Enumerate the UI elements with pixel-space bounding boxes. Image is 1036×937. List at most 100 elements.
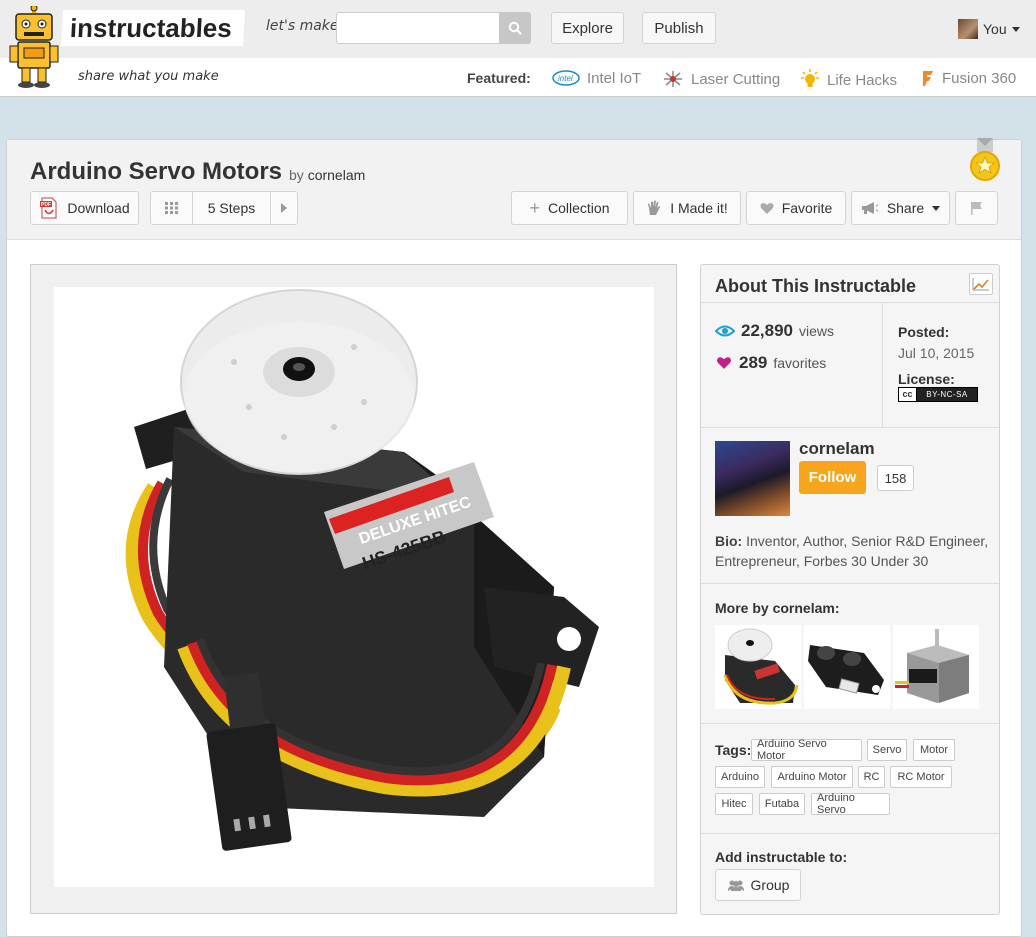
byline-author-link[interactable]: cornelam [308, 167, 366, 183]
laser-icon [664, 71, 682, 87]
tag-motor[interactable]: Motor [913, 739, 955, 761]
tag-hitec[interactable]: Hitec [715, 793, 753, 815]
about-header: About This Instructable [701, 265, 999, 303]
user-menu[interactable]: You [958, 19, 1020, 39]
next-step-button[interactable] [271, 192, 297, 224]
tag-servo[interactable]: Servo [867, 739, 907, 761]
search-button[interactable] [499, 12, 531, 44]
tag-arduino-servo-motor[interactable]: Arduino Servo Motor [751, 738, 862, 762]
grid-icon [164, 202, 178, 214]
author-bio: Bio: Inventor, Author, Senior R&D Engine… [715, 531, 991, 571]
posted-date: Jul 10, 2015 [898, 345, 975, 361]
more-by-thumb-2[interactable] [804, 625, 890, 709]
flag-button[interactable] [955, 191, 998, 225]
lets-make-label: let's make [266, 18, 339, 34]
add-to-collection-button[interactable]: + Collection [511, 191, 628, 225]
publish-button[interactable]: Publish [642, 12, 716, 44]
featured-label-fusion: Fusion 360 [942, 69, 1017, 87]
user-label: You [983, 21, 1007, 37]
favorite-button[interactable]: Favorite [746, 191, 846, 225]
about-title: About This Instructable [715, 276, 917, 296]
about-sidebar: About This Instructable 22,890 views 289… [700, 264, 1000, 915]
megaphone-icon [861, 202, 879, 214]
more-by-thumb-1[interactable] [715, 625, 801, 709]
tag-futaba[interactable]: Futaba [759, 793, 805, 815]
download-button[interactable]: PDF Download [30, 191, 139, 225]
explore-button[interactable]: Explore [551, 12, 624, 44]
steps-nav: 5 Steps [150, 191, 298, 225]
more-by-thumb-3[interactable] [893, 625, 979, 709]
follow-button[interactable]: Follow [799, 461, 866, 494]
lightbulb-icon [801, 69, 819, 87]
stats-button[interactable] [969, 273, 993, 295]
author-name-link[interactable]: cornelam [799, 439, 875, 459]
title-bar: Arduino Servo Motors by cornelam PDF Dow… [7, 138, 1021, 240]
main-image[interactable]: DELUXE HITEC HS-425BB [54, 287, 654, 887]
featured-link-laser[interactable]: Laser Cutting [661, 69, 780, 89]
byline-by: by [289, 167, 304, 183]
favorite-label: Favorite [781, 200, 833, 216]
featured-link-fusion[interactable]: Fusion 360 [920, 69, 1016, 87]
distance-sensor-image [808, 645, 884, 695]
svg-text:PDF: PDF [41, 202, 51, 208]
made-it-label: I Made it! [670, 200, 728, 216]
posted-label: Posted: [898, 324, 950, 340]
robot-logo-icon[interactable] [8, 6, 70, 90]
favorites-label: favorites [773, 355, 827, 371]
share-label: Share [886, 200, 925, 216]
add-to-group-button[interactable]: Group [715, 869, 801, 901]
tag-arduino-servo[interactable]: Arduino Servo [811, 792, 890, 816]
servo-motor-image: DELUXE HITEC HS-425BB [125, 289, 599, 851]
collection-label: Collection [548, 200, 610, 216]
featured-link-lifehacks[interactable]: Life Hacks [799, 69, 897, 91]
license-badge[interactable]: cc BY-NC-SA [898, 387, 978, 402]
heart-icon [760, 202, 774, 214]
featured-award-icon [970, 138, 1000, 181]
bio-label: Bio: [715, 533, 743, 549]
views-stat: 22,890 views [715, 321, 834, 341]
stats-section: 22,890 views 289 favorites [701, 303, 999, 428]
chevron-down-icon [1011, 26, 1020, 32]
tag-arduino-motor[interactable]: Arduino Motor [771, 766, 853, 788]
tag-arduino[interactable]: Arduino [715, 766, 765, 788]
page-title: Arduino Servo Motors [30, 158, 283, 185]
more-by-label: More by cornelam: [715, 600, 840, 616]
stepper-motor-image [895, 629, 969, 703]
add-to-label: Add instructable to: [715, 849, 848, 865]
featured-label-laser: Laser Cutting [691, 70, 781, 88]
flag-icon [970, 202, 982, 215]
license-label: License: [898, 371, 955, 387]
intel-icon: intel [552, 70, 580, 86]
steps-grid-button[interactable] [151, 192, 193, 224]
featured-label: Featured: [467, 70, 531, 86]
tags-label: Tags: [715, 742, 752, 758]
favorites-stat: 289 favorites [715, 353, 826, 373]
fusion-icon [923, 71, 933, 86]
site-tagline: share what you make [78, 69, 219, 84]
eye-icon [715, 325, 735, 337]
featured-label-intel: Intel IoT [587, 69, 642, 87]
site-logo-text[interactable]: instructables [61, 10, 245, 46]
steps-button[interactable]: 5 Steps [193, 192, 271, 224]
servo-thumb-image [723, 628, 799, 705]
hand-icon [648, 200, 661, 215]
share-button[interactable]: Share [851, 191, 950, 225]
views-count: 22,890 [741, 321, 793, 340]
chevron-right-icon [281, 203, 287, 213]
group-label: Group [750, 877, 790, 893]
tag-rc-motor[interactable]: RC Motor [890, 766, 952, 788]
tag-rc[interactable]: RC [858, 766, 885, 788]
author-avatar[interactable] [715, 441, 790, 516]
stats-divider [882, 303, 883, 427]
cc-icon: cc [899, 388, 917, 401]
avatar [958, 19, 978, 39]
search-input[interactable] [336, 12, 500, 44]
license-badge-text: BY-NC-SA [917, 388, 977, 401]
i-made-it-button[interactable]: I Made it! [633, 191, 741, 225]
search-icon [508, 21, 522, 35]
download-label: Download [67, 200, 130, 216]
site-header: instructables share what you make let's … [0, 0, 1036, 97]
featured-link-intel[interactable]: intel Intel IoT [551, 69, 641, 87]
chart-line-icon [972, 278, 989, 291]
heart-icon [717, 357, 731, 369]
